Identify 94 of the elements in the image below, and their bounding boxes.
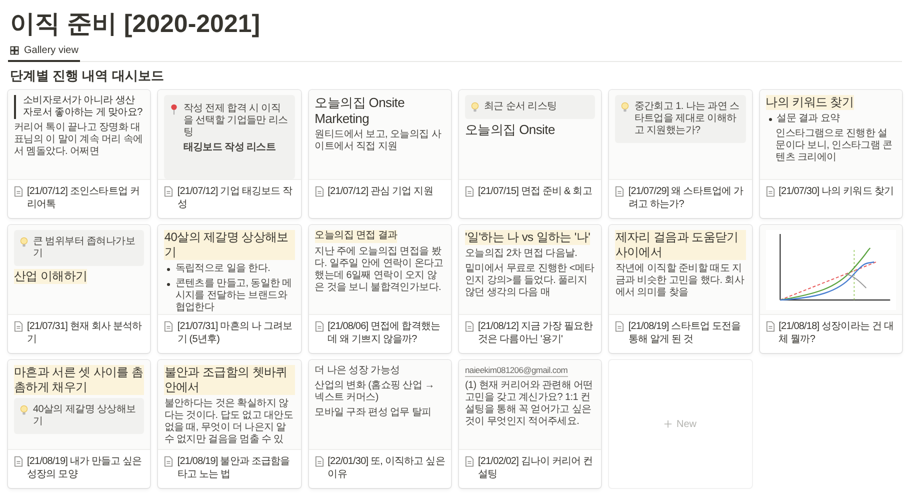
gallery-icon <box>10 46 19 55</box>
callout-text: 작성 전제 합격 시 이직을 선택할 기업들만 리스팅 <box>183 103 289 139</box>
gallery-card[interactable]: 나의 키워드 찾기 설문 결과 요약 인스타그램으로 진행한 설문이다 보니, 인스타그램 콘텐츠 크리에이 [21/07/30] 나의 키워드 찾기 <box>760 90 902 218</box>
paragraph-text: 산업의 변화 (홈쇼핑 산업 → 넥스트 커머스) <box>314 380 436 404</box>
document-icon <box>14 321 23 332</box>
quote-text: 소비자로서가 아니라 생산자로서 좋아하는 게 맞아요? <box>14 95 144 119</box>
gallery-card[interactable]: 최근 순서 리스팅 오늘의집 Onsite [21/07/15] 면접 준비 & 회고 <box>458 90 602 218</box>
heading-text: 산업 이해하기 <box>14 269 88 284</box>
document-icon <box>314 456 324 467</box>
callout-text: 40살의 제갈명 상상해보기 <box>33 404 137 428</box>
lightbulb-icon <box>20 237 28 248</box>
gallery-card[interactable]: [21/08/18] 성장이라는 건 대체 뭘까? <box>760 225 902 353</box>
paragraph-text: 지난 주에 오늘의집 면접을 봤다. 일주일 안에 연락이 온다고 했는데 6일째 연락이 오지 않은 것을 보니 불합격인가보다. <box>314 246 444 294</box>
paragraph-text: 밑미에서 무료로 진행한 <메타인지 강의>를 들었다. 풀리지 않던 생각의 다음 매 <box>464 263 596 299</box>
card-title: [21/08/19] 내가 만들고 싶은 성장의 모양 <box>27 455 143 481</box>
document-icon <box>164 321 174 332</box>
card-title: [21/07/15] 면접 준비 & 회고 <box>478 185 592 198</box>
lightbulb-icon <box>20 405 28 416</box>
card-title: [21/07/30] 나의 키워드 찾기 <box>778 185 894 198</box>
document-icon <box>14 186 23 197</box>
paragraph-text: 원티드에서 보고, 오늘의집 사이트에서 직접 지원 <box>314 129 442 154</box>
gallery-card[interactable]: 제자리 걸음과 도움닫기 사이에서 작년에 이직할 준비할 때도 지금과 비슷한 고민을 했다. 회사에서 의미를 찾을 [21/08/19] 스타트업 도전을 통해 알게 된 것 <box>609 225 752 353</box>
callout-text: 중간회고 1. 나는 과연 스타트업을 제대로 이해하고 지원했는가? <box>634 101 740 137</box>
heading-text: 오늘의집 Onsite <box>464 122 556 138</box>
card-title: [21/07/31] 현재 회사 분석하기 <box>27 320 143 346</box>
bullet-icon <box>167 268 170 271</box>
card-title: [21/07/12] 기업 태깅보드 작성 <box>177 185 294 211</box>
document-icon <box>464 186 474 197</box>
paragraph-text: 인스타그램으로 진행한 설문이다 보니, 인스타그램 콘텐츠 크리에이 <box>774 128 894 164</box>
card-title: [21/02/02] 김나이 커리어 컨설팅 <box>478 455 594 481</box>
gallery-card[interactable]: 작성 전제 합격 시 이직을 선택할 기업들만 리스팅 태깅보드 작성 리스트 [21/07/12] 기업 태깅보드 작성 <box>158 90 301 218</box>
paragraph-text: 불안하다는 것은 확실하지 않다는 것이다. 답도 없고 대안도 없을 때, 무엇이 더 나은지 알 수 없지만 걸음을 멈출 수 있 <box>164 398 294 446</box>
gallery-card[interactable]: '일'하는 나 vs 일하는 '나' 오늘의집 2차 면접 다음날. 밑미에서 무료로 진행한 <메타인지 강의>를 들었다. 풀리지 않던 생각의 다음 매 [21/08/12] 지금 가장 필요한 것은 다름아닌 '용기' <box>458 225 602 353</box>
view-tab[interactable]: Gallery view <box>8 42 80 62</box>
gallery-card[interactable]: 마흔과 서른 셋 사이를 촘촘하게 채우기 40살의 제갈명 상상해보기 [21/08/19] 내가 만들고 싶은 성장의 모양 <box>8 360 150 488</box>
plus-icon <box>664 420 672 428</box>
bullet-text: 설문 결과 요약 <box>776 113 840 125</box>
bullet-icon <box>768 118 772 121</box>
paragraph-text: 커리어 톡이 끝나고 장명화 대표님의 이 말이 계속 머리 속에서 멤돌았다. 어쩌면 <box>14 122 144 158</box>
gallery-card[interactable]: 오늘의집 면접 결과 지난 주에 오늘의집 면접을 봤다. 일주일 안에 연락이 온다고 했는데 6일째 연락이 오지 않은 것을 보니 불합격인가보다. [21/08/06] 면접에 합격했는데 왜 기쁘지 않을까? <box>308 225 451 353</box>
heading-text: 오늘의집 Onsite Marketing <box>314 95 406 126</box>
card-title: [22/01/30] 또, 이직하고 싶은 이유 <box>328 455 445 481</box>
callout-text: 큰 범위부터 좁혀나가보기 <box>33 236 136 260</box>
bullet-text: 독립적으로 일을 한다. <box>175 263 270 275</box>
card-title: [21/07/31] 마흔의 나 그려보기 (5년후) <box>177 320 294 346</box>
card-title: [21/08/19] 스타트업 도전을 통해 알게 된 것 <box>628 320 742 346</box>
paragraph-text: 모바일 구좌 편성 업무 탈피 <box>314 407 432 419</box>
heading-text: 오늘의집 면접 결과 <box>314 230 398 242</box>
card-title: [21/08/06] 면접에 합격했는데 왜 기쁘지 않을까? <box>328 320 442 346</box>
gallery-card[interactable]: naieekim081206@gmail.com (1) 현재 커리어와 관련해 어떤 고민을 갖고 계신가요? 1:1 컨설팅을 통해 꼭 얻어가고 싶은 것이 무엇인지 적어주세요. [21/02/02] 김나이 커리어 컨설팅 <box>458 360 602 488</box>
callout-text: 최근 순서 리스팅 <box>484 101 557 113</box>
gallery-card[interactable]: 큰 범위부터 좁혀나가보기 산업 이해하기 [21/07/31] 현재 회사 분석하기 <box>8 225 150 353</box>
gallery-card[interactable]: 불안과 조급함의 쳇바퀴 안에서 불안하다는 것은 확실하지 않다는 것이다. 답도 없고 대안도 없을 때, 무엇이 더 나은지 알 수 없지만 걸음을 멈출 수 있 [21/08/19] 불안과 조급함을 타고 노는 법 <box>158 360 301 488</box>
card-title: [21/07/12] 관심 기업 지원 <box>328 185 433 198</box>
gallery-card[interactable]: 더 나은 성장 가능성 산업의 변화 (홈쇼핑 산업 → 넥스트 커머스) 모바일 구좌 편성 업무 탈피 [22/01/30] 또, 이직하고 싶은 이유 <box>308 360 451 488</box>
document-icon <box>164 186 174 197</box>
paragraph-text: (1) 현재 커리어와 관련해 어떤 고민을 갖고 계신가요? 1:1 컨설팅을 통해 꼭 얻어가고 싶은 것이 무엇인지 적어주세요. <box>464 380 594 428</box>
heading-text: 불안과 조급함의 쳇바퀴 안에서 <box>164 365 295 395</box>
document-icon <box>464 456 474 467</box>
heading-text: '일'하는 나 vs 일하는 '나' <box>464 230 590 245</box>
lightbulb-icon <box>470 102 479 113</box>
gallery-card[interactable]: 중간회고 1. 나는 과연 스타트업을 제대로 이해하고 지원했는가? [21/07/29] 왜 스타트업에 가려고 하는가? <box>609 90 752 218</box>
paragraph-text: 오늘의집 2차 면접 다음날. <box>464 248 578 260</box>
callout-subtext: 태깅보드 작성 리스트 <box>183 142 277 154</box>
heading-text: 마흔과 서른 셋 사이를 촘촘하게 채우기 <box>14 365 144 395</box>
card-title: [21/07/12] 조인스타트업 커리어톡 <box>27 185 140 211</box>
document-icon <box>314 186 324 197</box>
paragraph-text: 더 나은 성장 가능성 <box>314 365 401 377</box>
document-icon <box>464 321 474 332</box>
document-icon <box>766 321 775 332</box>
gallery-card[interactable]: 소비자로서가 아니라 생산자로서 좋아하는 게 맞아요? 커리어 톡이 끝나고 장명화 대표님의 이 말이 계속 머리 속에서 멤돌았다. 어쩌면 [21/07/12] 조인스타트업 커리어톡 <box>8 90 150 218</box>
section-title: 단계별 진행 내역 대시보드 <box>10 67 165 85</box>
pushpin-icon <box>170 104 178 115</box>
card-title: [21/08/18] 성장이라는 건 대체 뭘까? <box>778 320 894 346</box>
gallery-card[interactable]: 오늘의집 Onsite Marketing 원티드에서 보고, 오늘의집 사이트에서 직접 지원 [21/07/12] 관심 기업 지원 <box>308 90 451 218</box>
bullet-text: 콘텐츠를 만들고, 동일한 메시지를 전달하는 브랜드와 협업한다 <box>175 278 293 314</box>
email-link[interactable]: naieekim081206@gmail.com <box>464 365 568 378</box>
document-icon <box>615 321 624 332</box>
bullet-icon <box>167 283 170 286</box>
heading-text: 제자리 걸음과 도움닫기 사이에서 <box>615 230 746 260</box>
paragraph-text: 작년에 이직할 준비할 때도 지금과 비슷한 고민을 했다. 회사에서 의미를 찾을 <box>615 263 746 299</box>
heading-text: 나의 키워드 찾기 <box>766 95 854 110</box>
card-title: [21/08/19] 불안과 조급함을 타고 노는 법 <box>177 455 291 481</box>
document-icon <box>615 186 624 197</box>
document-icon <box>14 456 23 467</box>
gallery-card[interactable]: 40살의 제갈명 상상해보기 독립적으로 일을 한다. 콘텐츠를 만들고, 동일한 메시지를 전달하는 브랜드와 협업한다 [21/07/31] 마흔의 나 그려보기 (5년후) <box>158 225 301 353</box>
card-title: [21/07/29] 왜 스타트업에 가려고 하는가? <box>628 185 744 211</box>
page-title: 이직 준비 [2020-2021] <box>10 9 262 40</box>
lightbulb-icon <box>621 102 630 113</box>
document-icon <box>164 456 174 467</box>
card-title: [21/08/12] 지금 가장 필요한 것은 다름아닌 '용기' <box>478 320 594 346</box>
document-icon <box>314 321 324 332</box>
document-icon <box>766 186 775 197</box>
heading-text: 40살의 제갈명 상상해보기 <box>164 230 295 260</box>
